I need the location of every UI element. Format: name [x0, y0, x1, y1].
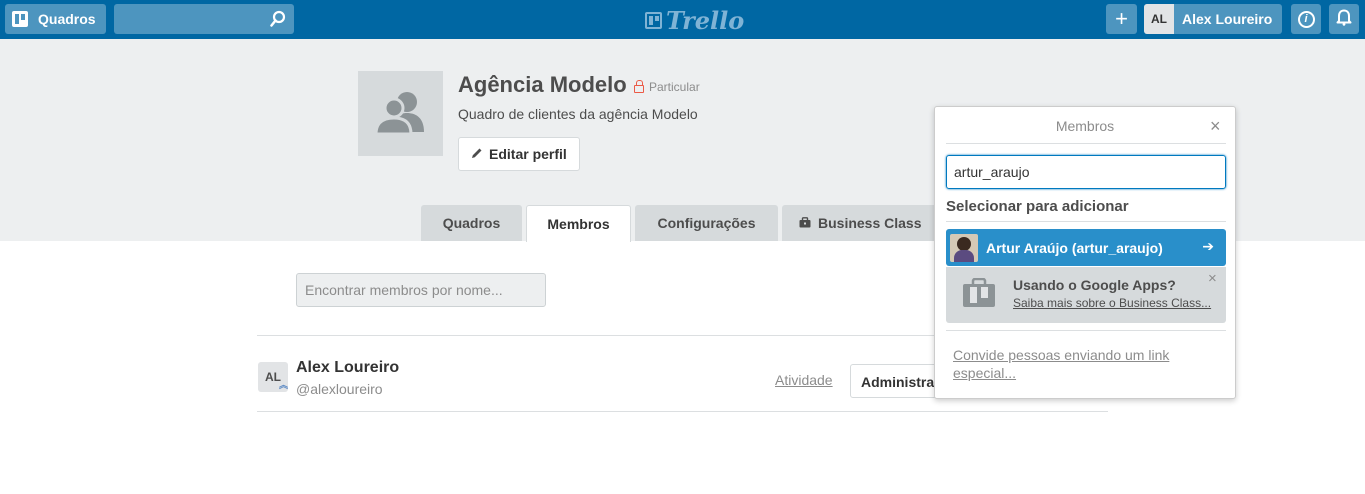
result-avatar [950, 233, 978, 262]
user-name: Alex Loureiro [1182, 11, 1273, 27]
pencil-icon [471, 146, 483, 162]
tab-quadros[interactable]: Quadros [421, 205, 522, 241]
info-icon: i [1297, 10, 1315, 28]
trello-logo-icon [645, 12, 662, 29]
edit-profile-label: Editar perfil [489, 146, 567, 162]
add-members-popover: Membros × artur_araujo Selecionar para a… [934, 106, 1236, 399]
top-bar: Quadros Trello + AL Alex Loureiro i [0, 0, 1365, 39]
search-icon [270, 10, 286, 33]
promo-link[interactable]: Saiba mais sobre o Business Class... [1013, 296, 1211, 310]
member-username: @alexloureiro [296, 381, 383, 397]
popover-title: Membros [1055, 118, 1115, 134]
divider [946, 143, 1226, 144]
member-activity-link[interactable]: Atividade [775, 372, 833, 388]
add-button[interactable]: + [1106, 4, 1137, 34]
trello-logo[interactable]: Trello [645, 6, 744, 35]
privacy-label: Particular [649, 80, 700, 94]
header-search-input[interactable] [114, 4, 294, 34]
close-icon[interactable]: × [1210, 116, 1221, 137]
find-members-input[interactable]: Encontrar membros por nome... [296, 273, 546, 307]
user-avatar: AL [1144, 4, 1174, 34]
board-avatar [358, 71, 443, 156]
divider [257, 411, 1108, 412]
board-description: Quadro de clientes da agência Modelo [458, 106, 698, 122]
board-title: Agência Modelo [458, 72, 627, 97]
business-class-promo: Usando o Google Apps? Saiba mais sobre o… [946, 267, 1226, 323]
bell-icon [1336, 8, 1352, 31]
privacy-indicator[interactable]: Particular [634, 79, 700, 94]
boards-button-label: Quadros [38, 11, 96, 27]
member-search-input[interactable]: artur_araujo [946, 155, 1226, 189]
briefcase-icon [799, 215, 811, 231]
divider [946, 330, 1226, 331]
team-icon [373, 88, 428, 139]
tab-label: Configurações [657, 215, 756, 231]
tab-label: Business Class [818, 215, 922, 231]
lock-icon [634, 79, 644, 93]
member-name: Alex Loureiro [296, 359, 400, 376]
boards-button[interactable]: Quadros [5, 4, 106, 34]
boards-icon [12, 11, 28, 27]
tab-label: Quadros [442, 215, 501, 231]
select-to-add-heading: Selecionar para adicionar [946, 198, 1129, 215]
user-menu-button[interactable]: AL Alex Loureiro [1144, 4, 1282, 34]
promo-title: Usando o Google Apps? [1013, 277, 1176, 293]
tab-label: Membros [547, 216, 610, 232]
arrow-right-icon: ➔ [1202, 238, 1214, 254]
admin-chevron-icon: ︽ [279, 380, 289, 390]
divider [946, 221, 1226, 222]
result-name: Artur Araújo (artur_araujo) [986, 239, 1163, 256]
edit-profile-button[interactable]: Editar perfil [458, 137, 580, 171]
tab-business-class[interactable]: Business Class [782, 205, 942, 241]
briefcase-icon [962, 277, 996, 313]
tab-membros[interactable]: Membros [526, 205, 631, 242]
member-search-result[interactable]: Artur Araújo (artur_araujo) ➔ [946, 229, 1226, 266]
plus-icon: + [1115, 6, 1128, 31]
invite-link[interactable]: Convide pessoas enviando um link especia… [953, 346, 1193, 382]
info-button[interactable]: i [1291, 4, 1321, 34]
trello-logo-text: Trello [666, 6, 745, 35]
notifications-button[interactable] [1329, 4, 1359, 34]
member-avatar[interactable]: AL ︽ [258, 362, 288, 392]
tab-configuracoes[interactable]: Configurações [635, 205, 778, 241]
close-icon[interactable]: × [1208, 270, 1217, 287]
